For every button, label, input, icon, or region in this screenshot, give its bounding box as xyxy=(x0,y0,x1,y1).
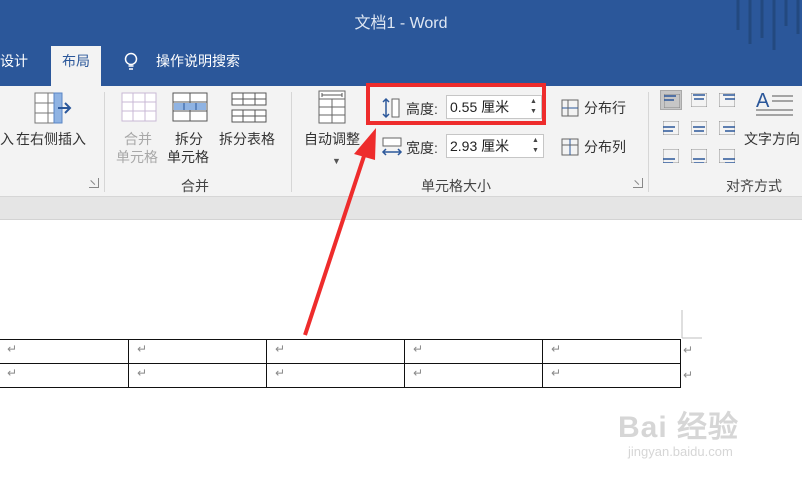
watermark-url: jingyan.baidu.com xyxy=(628,444,733,459)
watermark-logo: Bai 经验 xyxy=(618,411,740,444)
